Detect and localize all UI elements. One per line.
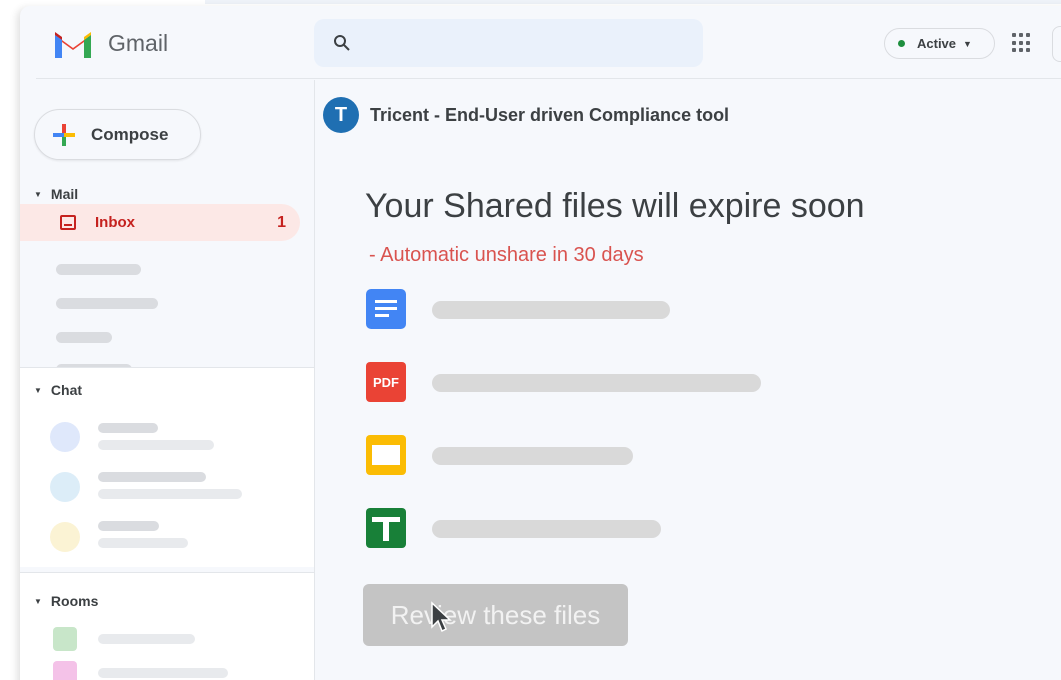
google-sheets-icon [366, 508, 406, 548]
browser-edge [205, 0, 1061, 4]
header-divider [36, 78, 1061, 79]
sidebar-item-inbox[interactable]: Inbox 1 [20, 204, 300, 241]
section-rooms-label: Rooms [50, 593, 99, 609]
google-slides-icon [366, 435, 406, 475]
search-bar[interactable] [314, 19, 703, 67]
file-row[interactable] [365, 434, 785, 478]
file-row[interactable] [365, 507, 785, 551]
app-header: Gmail Active ▼ [20, 6, 1061, 80]
room-name-placeholder [98, 634, 195, 644]
sender-name: Tricent - End-User driven Compliance too… [370, 105, 730, 125]
inbox-label: Inbox [95, 214, 135, 231]
caret-down-icon: ▼ [34, 189, 42, 199]
pdf-icon: PDF [366, 362, 406, 402]
caret-down-icon: ▼ [34, 596, 42, 606]
email-subtitle: - Automatic unshare in 30 days [369, 244, 644, 266]
chat-panel: ▼ Chat [20, 367, 314, 567]
chat-preview-placeholder [98, 489, 242, 499]
gmail-logo-icon[interactable] [52, 28, 94, 60]
file-name-placeholder [432, 301, 670, 319]
avatar[interactable] [50, 522, 80, 552]
rooms-panel: ▼ Rooms [20, 572, 314, 680]
avatar[interactable] [50, 422, 80, 452]
sender-avatar[interactable]: T [323, 97, 359, 133]
chat-name-placeholder [98, 521, 159, 531]
compose-button[interactable]: Compose [34, 109, 201, 160]
avatar[interactable] [50, 472, 80, 502]
chat-name-placeholder [98, 472, 206, 482]
chat-preview-placeholder [98, 440, 214, 450]
file-name-placeholder [432, 520, 661, 538]
status-label: Active [917, 36, 957, 51]
message-view: T Tricent - End-User driven Compliance t… [314, 80, 1061, 680]
section-mail-label: Mail [50, 186, 79, 202]
pdf-icon-text: PDF [373, 375, 399, 390]
google-docs-icon [366, 289, 406, 329]
mouse-cursor-icon [431, 601, 452, 633]
gmail-window: Gmail Active ▼ Compose ▼ Mail Inbox 1 ▼ … [20, 6, 1061, 680]
section-rooms[interactable]: ▼ Rooms [34, 593, 98, 609]
email-subject: Your Shared files will expire soon [365, 187, 865, 225]
chat-name-placeholder [98, 423, 158, 433]
room-name-placeholder [98, 668, 228, 678]
apps-grid-icon[interactable] [1012, 33, 1032, 53]
status-dropdown[interactable]: Active ▼ [884, 28, 995, 59]
section-chat-label: Chat [50, 382, 83, 398]
sidebar: Compose ▼ Mail Inbox 1 ▼ Chat ▼ Rooms [20, 80, 314, 680]
room-avatar[interactable] [53, 661, 77, 680]
chat-preview-placeholder [98, 538, 188, 548]
active-status-dot-icon [898, 40, 905, 47]
plus-icon [53, 123, 75, 146]
room-avatar[interactable] [53, 627, 77, 651]
section-chat[interactable]: ▼ Chat [34, 382, 82, 398]
caret-down-icon: ▼ [34, 385, 42, 395]
file-row[interactable]: PDF [365, 361, 785, 405]
review-files-button[interactable]: Review these files [363, 584, 628, 646]
account-button[interactable] [1052, 26, 1061, 62]
caret-down-icon: ▼ [963, 38, 972, 49]
compose-label: Compose [91, 124, 169, 144]
app-name: Gmail [108, 30, 169, 56]
section-mail[interactable]: ▼ Mail [34, 186, 78, 202]
file-name-placeholder [432, 447, 633, 465]
search-icon[interactable] [333, 34, 351, 52]
sidebar-item-placeholder[interactable] [56, 264, 141, 275]
file-row[interactable] [365, 288, 785, 332]
inbox-icon [60, 215, 76, 230]
inbox-count: 1 [277, 213, 286, 231]
sidebar-item-placeholder[interactable] [56, 298, 158, 309]
sidebar-item-placeholder[interactable] [56, 332, 112, 343]
file-name-placeholder [432, 374, 761, 392]
